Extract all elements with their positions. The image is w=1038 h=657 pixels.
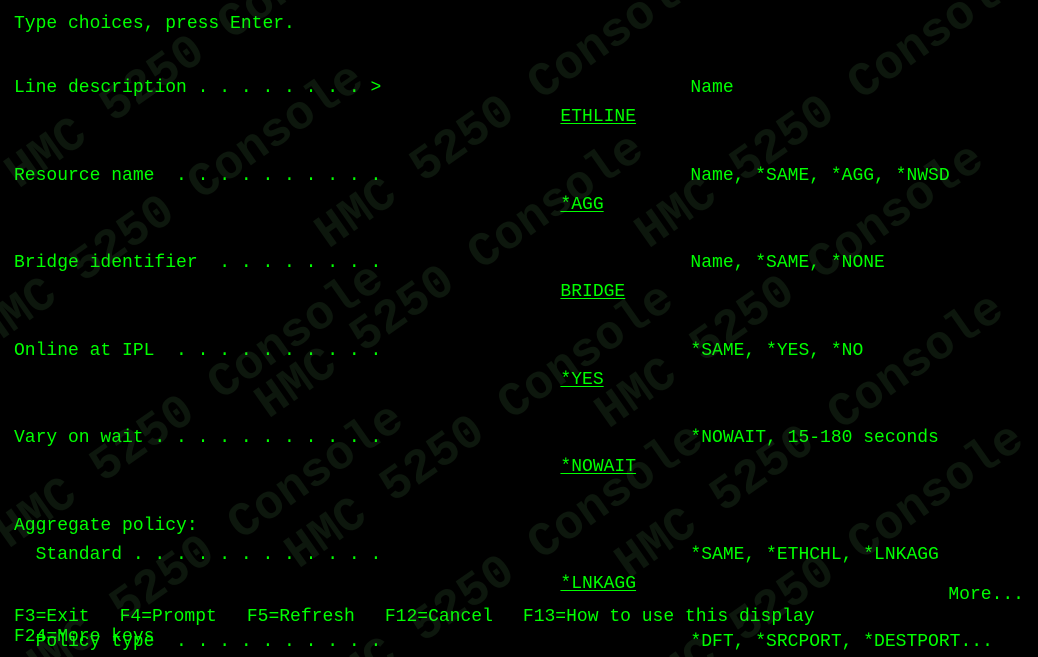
line-description-value[interactable]: ETHLINE <box>474 74 680 161</box>
resource-name-value[interactable]: *AGG <box>474 162 680 249</box>
online-at-ipl-label: Online at IPL . . . . . . . . . . <box>14 337 474 366</box>
bridge-identifier-hint: Name, *SAME, *NONE <box>680 249 884 278</box>
policy-type-row: Policy type . . . . . . . . . . *SRCDEST… <box>14 628 1024 657</box>
line-description-row: Line description . . . . . . . . > ETHLI… <box>14 74 1024 161</box>
bridge-identifier-value[interactable]: BRIDGE <box>474 249 680 336</box>
resource-name-hint: Name, *SAME, *AGG, *NWSD <box>680 162 949 191</box>
top-message-text: Type choices, press Enter. <box>14 14 295 34</box>
standard-hint: *SAME, *ETHCHL, *LNKAGG <box>680 541 938 570</box>
online-at-ipl-hint: *SAME, *YES, *NO <box>680 337 863 366</box>
vary-on-wait-row: Vary on wait . . . . . . . . . . . *NOWA… <box>14 424 1024 511</box>
resource-name-row: Resource name . . . . . . . . . . *AGG N… <box>14 162 1024 249</box>
line-description-label: Line description . . . . . . . . > <box>14 74 474 103</box>
terminal-screen: HMC 5250 Console HMC 5250 Console HMC 52… <box>0 0 1038 657</box>
vary-on-wait-value[interactable]: *NOWAIT <box>474 424 680 511</box>
policy-type-label: Policy type . . . . . . . . . . <box>14 628 474 657</box>
standard-label: Standard . . . . . . . . . . . . <box>14 541 474 570</box>
bridge-identifier-label: Bridge identifier . . . . . . . . <box>14 249 474 278</box>
standard-row: Standard . . . . . . . . . . . . *LNKAGG… <box>14 541 1024 628</box>
online-at-ipl-row: Online at IPL . . . . . . . . . . *YES *… <box>14 337 1024 424</box>
resource-name-label: Resource name . . . . . . . . . . <box>14 162 474 191</box>
aggregate-policy-header: Aggregate policy: <box>14 512 198 541</box>
standard-value[interactable]: *LNKAGG <box>474 541 680 628</box>
policy-type-value[interactable]: *SRCDESTP <box>474 628 680 657</box>
vary-on-wait-hint: *NOWAIT, 15-180 seconds <box>680 424 938 453</box>
line-description-hint: Name <box>680 74 733 103</box>
bridge-identifier-row: Bridge identifier . . . . . . . . BRIDGE… <box>14 249 1024 336</box>
policy-type-hint: *DFT, *SRCPORT, *DESTPORT... <box>680 628 992 657</box>
aggregate-policy-header-row: Aggregate policy: <box>14 512 1024 541</box>
top-message: Type choices, press Enter. <box>14 10 1024 39</box>
vary-on-wait-label: Vary on wait . . . . . . . . . . . <box>14 424 474 453</box>
terminal-content: Type choices, press Enter. Line descript… <box>14 10 1024 657</box>
online-at-ipl-value[interactable]: *YES <box>474 337 680 424</box>
